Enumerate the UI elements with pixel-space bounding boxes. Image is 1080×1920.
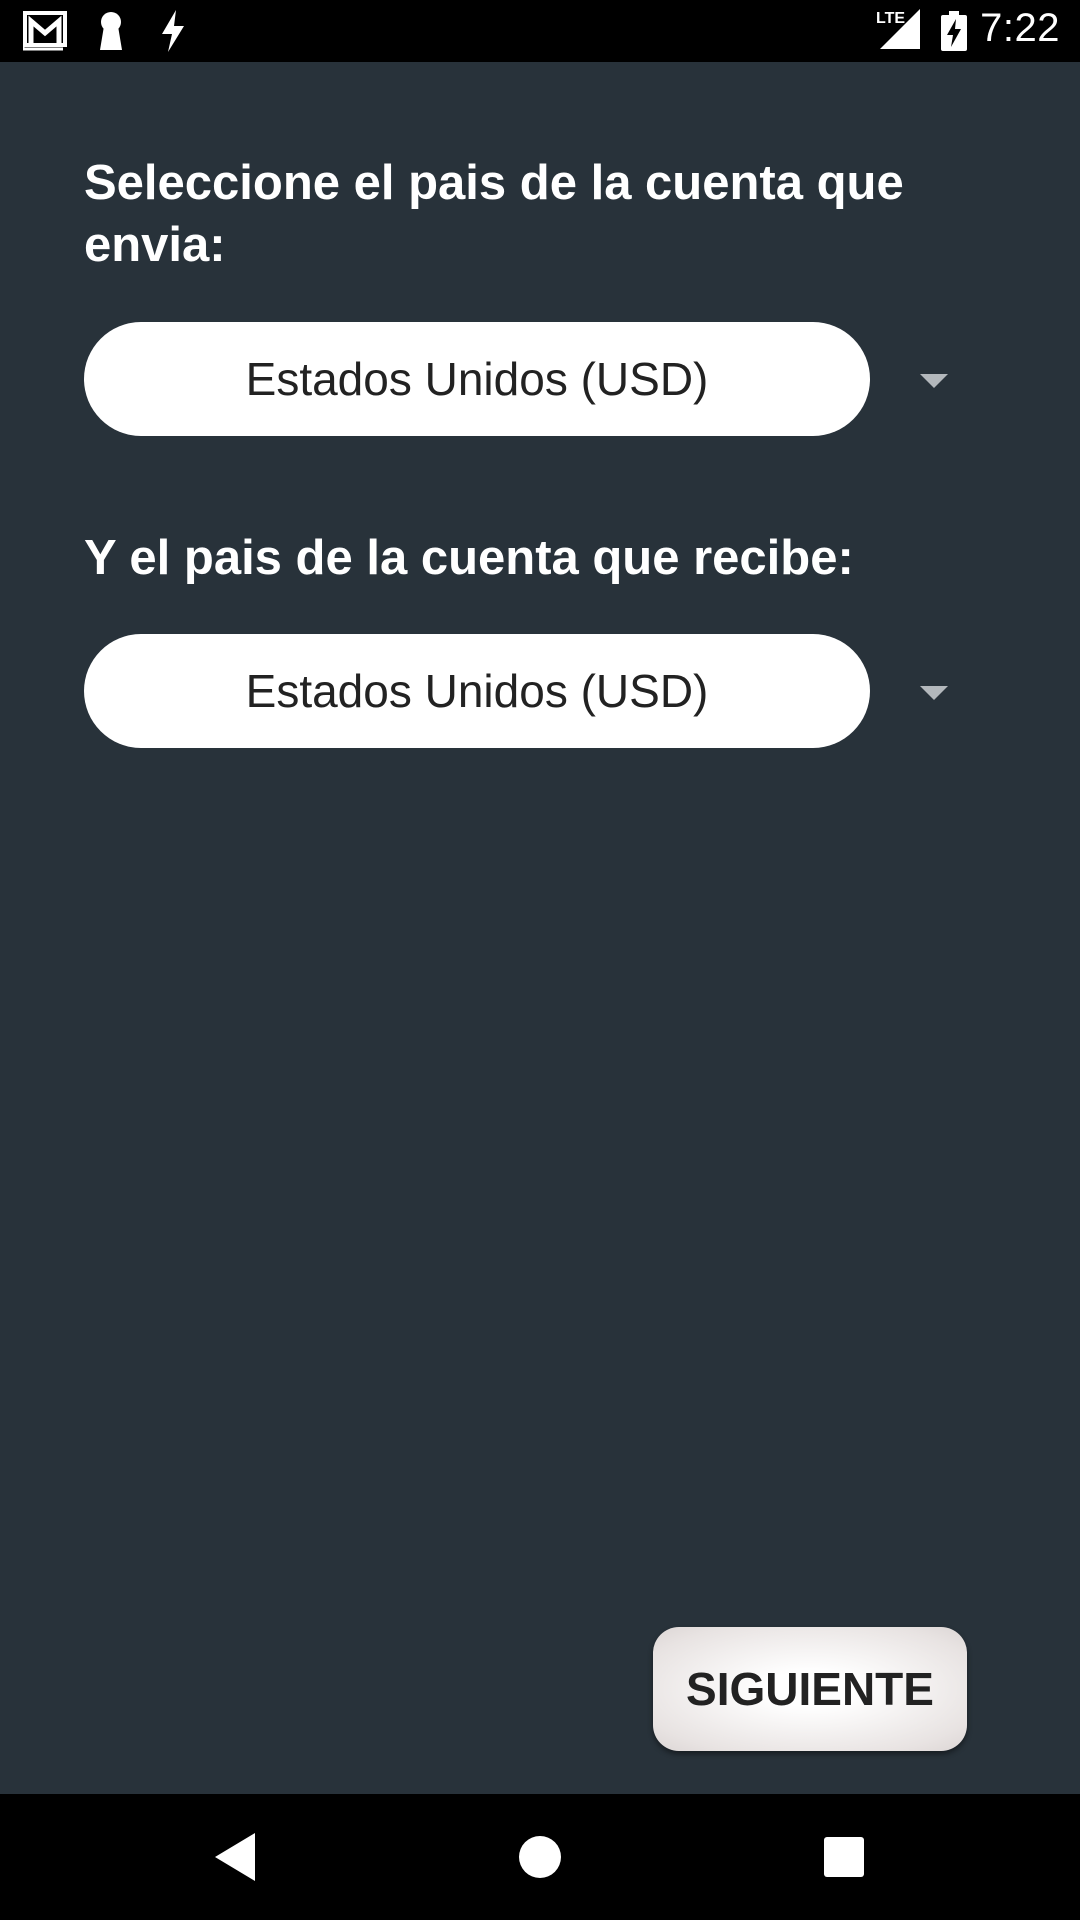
recents-icon[interactable]: [809, 1822, 879, 1892]
receive-country-label: Y el pais de la cuenta que recibe:: [84, 531, 854, 585]
receive-country-spinner[interactable]: Estados Unidos (USD): [84, 634, 870, 748]
next-button[interactable]: SIGUIENTE: [653, 1627, 967, 1751]
navigation-bar: [0, 1794, 1080, 1920]
send-country-value: Estados Unidos (USD): [245, 353, 709, 405]
home-icon[interactable]: [505, 1822, 575, 1892]
receive-country-dropdown-arrow-icon[interactable]: [920, 686, 948, 700]
network-type-label: LTE: [876, 10, 906, 27]
send-country-spinner[interactable]: Estados Unidos (USD): [84, 322, 870, 436]
battery-charging-icon: [940, 10, 968, 52]
flash-icon: [158, 10, 188, 52]
back-icon[interactable]: [200, 1822, 270, 1892]
gmail-icon: [22, 10, 72, 52]
status-time: 7:22: [980, 6, 1060, 50]
send-country-dropdown-arrow-icon[interactable]: [920, 374, 948, 388]
keyhole-icon: [96, 10, 126, 52]
status-bar: LTE 7:22: [0, 0, 1080, 62]
receive-country-value: Estados Unidos (USD): [245, 665, 709, 717]
send-country-label: Seleccione el pais de la cuenta que envi…: [84, 156, 904, 272]
